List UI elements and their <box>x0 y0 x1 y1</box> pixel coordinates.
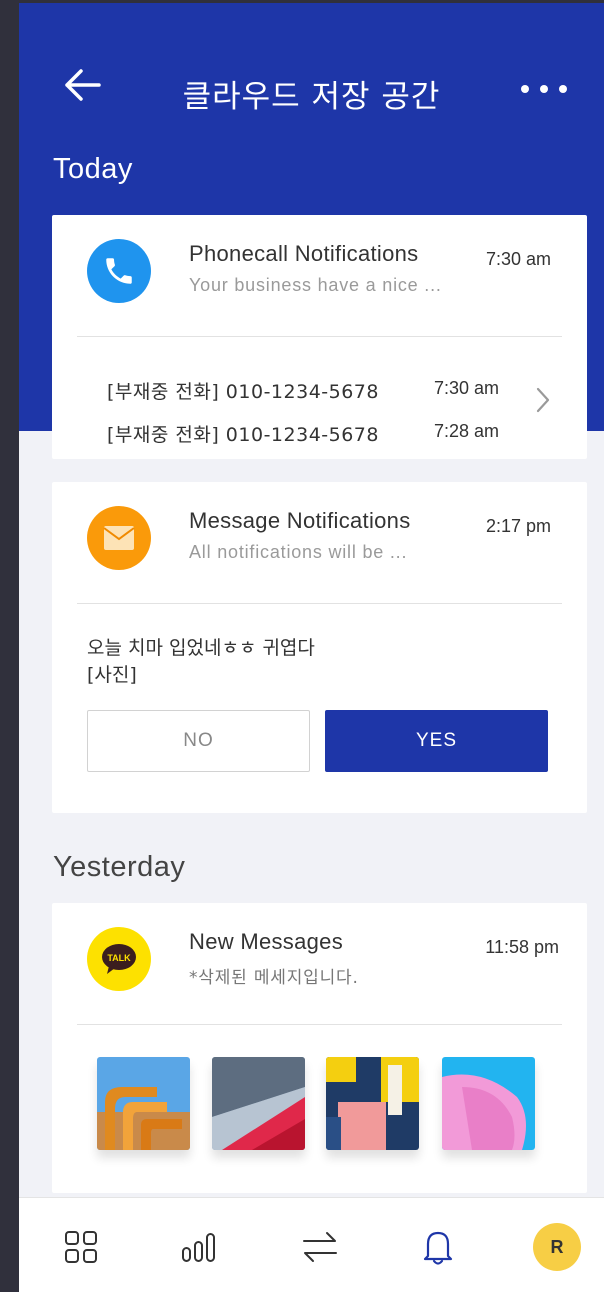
yes-button[interactable]: YES <box>325 710 548 772</box>
missed-call-label: [부재중 전화] 010-1234-5678 <box>107 381 379 403</box>
bar-chart-icon <box>182 1233 215 1262</box>
nav-profile[interactable]: R <box>531 1221 583 1273</box>
kakaotalk-icon: TALK <box>102 944 136 974</box>
dot <box>540 85 548 93</box>
new-messages-time: 11:58 pm <box>485 937 559 957</box>
new-messages-title: New Messages <box>189 929 343 954</box>
message-body: 오늘 치마 입었네ㅎㅎ 귀엽다 [사진] <box>87 635 315 689</box>
missed-call-label: [부재중 전화] 010-1234-5678 <box>107 424 379 446</box>
mail-icon <box>103 526 135 550</box>
phonecall-time: 7:30 am <box>485 249 551 269</box>
nav-dashboard[interactable] <box>59 1225 103 1269</box>
message-subtitle: All notifications will be ... <box>189 542 408 562</box>
bottom-navigation: R <box>19 1197 604 1292</box>
phonecall-subtitle: Your business have a nice ... <box>189 275 442 295</box>
dot <box>559 85 567 93</box>
message-time: 2:17 pm <box>485 516 551 536</box>
talk-badge-text: TALK <box>107 953 131 963</box>
nav-statistics[interactable] <box>177 1225 221 1269</box>
phonecall-title: Phonecall Notifications <box>189 241 419 266</box>
missed-call-time: 7:30 am <box>434 378 500 398</box>
photo-thumbnail[interactable] <box>212 1057 305 1150</box>
kakaotalk-avatar: TALK <box>87 927 151 991</box>
grid-icon <box>65 1231 97 1263</box>
app-screen: 클라우드 저장 공간 Today Phonecall Notifications… <box>19 3 604 1292</box>
section-yesterday-label: Yesterday <box>53 851 186 883</box>
divider <box>77 603 562 604</box>
more-options-button[interactable] <box>515 75 575 99</box>
window-left-edge <box>0 0 19 1292</box>
nav-notifications[interactable] <box>416 1225 460 1269</box>
message-body-line: 오늘 치마 입었네ㅎㅎ 귀엽다 <box>87 637 315 659</box>
photo-thumbnail[interactable] <box>326 1057 419 1150</box>
app-header: 클라우드 저장 공간 <box>19 53 604 123</box>
message-notification-card: Message Notifications All notifications … <box>52 482 587 813</box>
phone-icon <box>106 258 132 284</box>
nav-transfer[interactable] <box>298 1225 342 1269</box>
message-title: Message Notifications <box>189 508 411 533</box>
new-messages-card[interactable]: TALK New Messages *삭제된 메세지입니다. 11:58 pm <box>52 903 587 1193</box>
phonecall-notification-card[interactable]: Phonecall Notifications Your business ha… <box>52 215 587 459</box>
photo-thumbnail[interactable] <box>97 1057 190 1150</box>
chevron-right-icon[interactable] <box>532 385 554 415</box>
swap-icon <box>303 1232 337 1262</box>
phone-avatar <box>87 239 151 303</box>
dot <box>521 85 529 93</box>
photo-thumbnail[interactable] <box>442 1057 535 1150</box>
no-button[interactable]: NO <box>87 710 310 772</box>
avatar: R <box>533 1223 581 1271</box>
bell-icon <box>423 1231 453 1265</box>
message-body-line: [사진] <box>87 664 137 686</box>
divider <box>77 336 562 337</box>
mail-avatar <box>87 506 151 570</box>
missed-call-time: 7:28 am <box>434 421 500 441</box>
section-today-label: Today <box>53 153 133 185</box>
divider <box>77 1024 562 1025</box>
new-messages-subtitle: *삭제된 메세지입니다. <box>189 968 359 988</box>
